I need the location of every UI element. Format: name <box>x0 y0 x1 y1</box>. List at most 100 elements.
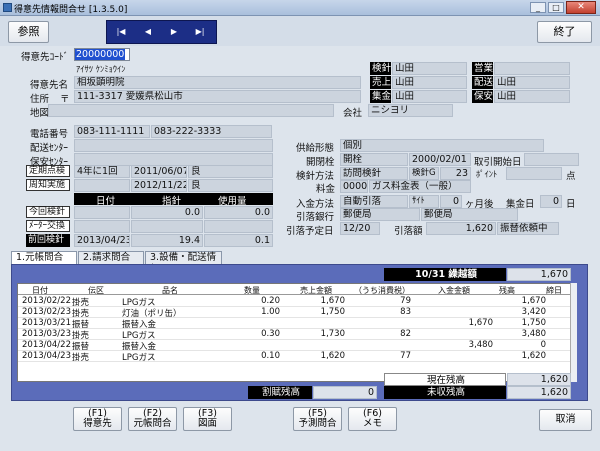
cancel-button[interactable]: 取消 <box>539 409 592 431</box>
payment-method-label: 入金方法 <box>296 199 335 210</box>
debit-amount: 1,620 <box>426 222 496 235</box>
open-date: 2000/02/01 <box>409 153 471 166</box>
table-row[interactable]: 2013/02/23 掛売 灯油（ポリ缶） 1.00 1,750 83 3,420 <box>18 307 571 319</box>
ledger-scrollbar[interactable] <box>570 283 577 382</box>
address: 愛媛県松山市 <box>125 91 183 102</box>
staff-label-sales: 営業 <box>472 62 494 75</box>
previous-reading-date: 2013/04/23 <box>74 234 130 247</box>
table-row[interactable]: 2013/03/23 掛売 LPGガス 0.30 1,730 82 3,480 <box>18 329 571 341</box>
table-row[interactable]: 2013/02/22 掛売 LPGガス 0.20 1,670 79 1,670 <box>18 296 571 308</box>
carry-over-amount: 1,670 <box>507 268 571 281</box>
table-row[interactable]: 2013/03/21 振替 振替入金 1,670 1,750 <box>18 318 571 330</box>
cell-p: 3,480 <box>468 340 493 350</box>
staff-sales <box>494 62 570 75</box>
cell-b: 1,620 <box>521 351 546 361</box>
meter-header-usage: 使用量 <box>218 196 247 207</box>
tab-billing[interactable]: 2.請求問合せ <box>78 251 144 275</box>
exchange-usage <box>204 220 273 233</box>
cell-b: 1,670 <box>521 296 546 306</box>
meter-exchange-button[interactable]: ﾒｰﾀｰ交換 <box>26 220 70 232</box>
payment-method: 自動引落 <box>340 195 408 208</box>
staff-label-sale: 売上 <box>370 76 392 89</box>
previous-reading-label: 前回検針 <box>26 234 70 247</box>
f1-customer-button[interactable]: (F1) 得意先 <box>73 407 122 431</box>
cell-q: 0.30 <box>261 329 280 339</box>
reference-button[interactable]: 参照 <box>8 21 49 43</box>
staff-meter: 山田 <box>392 62 467 75</box>
notice-frequency <box>74 179 130 192</box>
inspection-result: 良 <box>188 165 273 178</box>
fee-label: 料金 <box>316 184 336 195</box>
title-bar: 得意先情報問合せ [1.3.5.0] _ □ ✕ <box>0 0 600 16</box>
maximize-button[interactable]: □ <box>548 2 564 13</box>
site-label: ｻｲﾄ <box>409 195 439 208</box>
periodic-inspection-button[interactable]: 定期点検 <box>26 165 70 177</box>
staff-collection: 山田 <box>392 90 467 103</box>
prev-record-button[interactable]: ◀ <box>140 25 156 39</box>
exchange-date <box>74 220 130 233</box>
window-title: 得意先情報問合せ [1.3.5.0] <box>14 5 128 15</box>
staff-sale: 山田 <box>392 76 467 89</box>
staff-safety: 山田 <box>494 90 570 103</box>
cell-p: 1,670 <box>468 318 493 328</box>
ledger-header: 日付 伝区 品名 数量 売上金額 （うち消費税） 入金金額 残高 締日 <box>18 284 571 295</box>
supply-form-label: 供給形態 <box>296 143 335 154</box>
bank-label: 引落銀行 <box>296 212 335 223</box>
cell-t: 79 <box>400 296 411 306</box>
exit-button[interactable]: 終了 <box>537 21 592 43</box>
debit-status: 振替依頼中 <box>497 222 559 235</box>
cell-d: 2013/02/22 <box>22 296 71 306</box>
cell-t: 82 <box>400 329 411 339</box>
cell-k: 掛売 <box>72 353 90 363</box>
previous-reading-value: 19.4 <box>131 234 203 247</box>
tab-equipment[interactable]: 3.設備・配送情報 <box>145 251 222 275</box>
cell-b: 0 <box>540 340 546 350</box>
ledger-table: 日付 伝区 品名 数量 売上金額 （うち消費税） 入金金額 残高 締日 2013… <box>17 283 577 382</box>
f5-forecast-button[interactable]: (F5) 予測問合 <box>293 407 342 431</box>
next-record-button[interactable]: ▶ <box>166 25 182 39</box>
delivery-center <box>74 139 273 152</box>
col-item: 品名 <box>162 286 178 295</box>
f3-drawing-button[interactable]: (F3) 図面 <box>183 407 232 431</box>
debit-amount-label: 引落額 <box>394 226 423 237</box>
zip-code: 111-3317 <box>77 91 123 102</box>
phone-2: 083-222-3333 <box>151 125 272 138</box>
minimize-button[interactable]: _ <box>530 2 546 13</box>
debit-date: 12/20 <box>340 222 380 235</box>
company-label: 会社 <box>343 108 363 119</box>
customer-code-field[interactable]: 20000000 <box>74 48 130 61</box>
current-reading-button[interactable]: 今回検針 <box>26 206 70 218</box>
zip-mark: 〒 <box>60 94 70 105</box>
delivery-center-label: 配送ｾﾝﾀｰ <box>30 143 69 154</box>
staff-label-delivery: 配送 <box>472 76 494 89</box>
cell-t: 83 <box>400 307 411 317</box>
app-icon <box>3 3 12 12</box>
cell-d: 2013/03/21 <box>22 318 71 328</box>
toolbar <box>0 16 600 46</box>
col-sales: 売上金額 <box>300 286 332 295</box>
last-record-button[interactable]: ▶| <box>192 25 208 39</box>
collection-day: 0 <box>540 195 562 208</box>
supply-form: 個別 <box>340 139 544 152</box>
col-type: 伝区 <box>88 286 104 295</box>
staff-label-meter: 検針 <box>370 62 392 75</box>
window-close-button[interactable]: ✕ <box>566 1 596 14</box>
first-record-button[interactable]: |◀ <box>113 25 129 39</box>
f6-memo-button[interactable]: (F6) メモ <box>348 407 397 431</box>
bank: 郵便局 <box>340 208 420 221</box>
notice-button[interactable]: 周知実施 <box>26 179 70 191</box>
table-row[interactable]: 2013/04/23 掛売 LPGガス 0.10 1,620 77 1,620 <box>18 351 571 363</box>
table-row[interactable]: 2013/04/22 振替 振替入金 3,480 0 <box>18 340 571 352</box>
col-payment: 入金金額 <box>438 286 470 295</box>
company: ニシヨリ <box>368 104 453 117</box>
current-balance: 1,620 <box>507 373 571 386</box>
current-balance-label: 現在残高 <box>384 373 506 386</box>
tab-ledger[interactable]: 1.元帳問合せ <box>11 251 77 275</box>
fee-name: ガス料金表（一般） <box>369 180 471 193</box>
inspection-date: 2011/06/07 <box>131 165 187 178</box>
notice-date: 2012/11/22 <box>131 179 187 192</box>
notice-result: 良 <box>188 179 273 192</box>
phone-label: 電話番号 <box>30 129 69 140</box>
exchange-value <box>131 220 203 233</box>
f2-ledger-button[interactable]: (F2) 元帳問合 <box>128 407 177 431</box>
